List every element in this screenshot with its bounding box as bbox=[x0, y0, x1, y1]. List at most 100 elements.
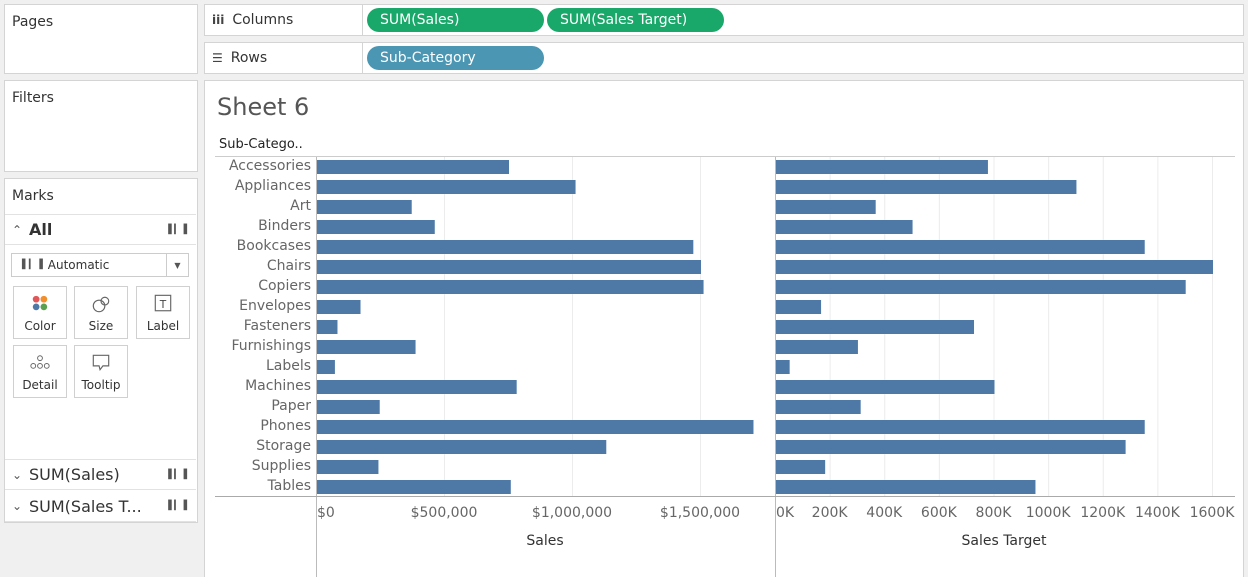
marks-sales-target-label: SUM(Sales T... bbox=[29, 496, 142, 516]
svg-text:T: T bbox=[159, 299, 167, 311]
category-label[interactable]: Binders bbox=[258, 218, 311, 234]
marks-sales-label: SUM(Sales) bbox=[29, 465, 120, 484]
bar-phones[interactable] bbox=[776, 420, 1145, 434]
mark-type-select[interactable]: ▌▎▐ Automatic ▼ bbox=[11, 253, 189, 277]
category-label[interactable]: Paper bbox=[271, 398, 311, 414]
bar-envelopes[interactable] bbox=[317, 300, 361, 314]
tick-label: $500,000 bbox=[410, 505, 478, 521]
size-label: Size bbox=[88, 319, 114, 333]
bar-labels[interactable] bbox=[317, 360, 335, 374]
marks-all-row[interactable]: ⌃ All ▌▎▐ bbox=[5, 214, 196, 245]
color-button[interactable]: Color bbox=[13, 286, 67, 339]
label-button[interactable]: T Label bbox=[136, 286, 190, 339]
chevron-down-icon[interactable]: ⌄ bbox=[5, 468, 29, 482]
detail-label: Detail bbox=[22, 378, 58, 392]
category-label[interactable]: Fasteners bbox=[244, 318, 311, 334]
bar-supplies[interactable] bbox=[317, 460, 379, 474]
bar-chairs[interactable] bbox=[776, 260, 1213, 274]
label-label: Label bbox=[146, 319, 180, 333]
size-icon bbox=[92, 296, 110, 313]
filters-panel[interactable]: Filters bbox=[4, 80, 198, 172]
bar-copiers[interactable] bbox=[317, 280, 704, 294]
sales-pill[interactable]: SUM(Sales) bbox=[367, 8, 544, 32]
bar-fasteners[interactable] bbox=[776, 320, 975, 334]
tick-label: 1200K bbox=[1080, 505, 1126, 521]
category-label[interactable]: Chairs bbox=[267, 258, 311, 274]
bar-fasteners[interactable] bbox=[317, 320, 338, 334]
filters-title: Filters bbox=[12, 90, 54, 106]
columns-label: Columns bbox=[232, 12, 294, 28]
pages-panel[interactable]: Pages bbox=[4, 4, 198, 74]
marks-panel: Marks ⌃ All ▌▎▐ ▌▎▐ Automatic ▼ Color Si… bbox=[4, 178, 198, 523]
category-label[interactable]: Envelopes bbox=[239, 298, 311, 314]
bar-storage[interactable] bbox=[776, 440, 1126, 454]
pages-title: Pages bbox=[12, 14, 54, 30]
category-label[interactable]: Tables bbox=[268, 478, 312, 494]
tooltip-label: Tooltip bbox=[81, 378, 121, 392]
marks-all-label: All bbox=[29, 220, 53, 239]
bar-labels[interactable] bbox=[776, 360, 790, 374]
sub-category-pill-label: Sub-Category bbox=[380, 50, 476, 66]
color-label: Color bbox=[24, 319, 56, 333]
rows-icon: ☰ bbox=[212, 51, 223, 65]
tick-label: 0K bbox=[776, 505, 795, 521]
chevron-up-icon[interactable]: ⌃ bbox=[5, 223, 29, 237]
marks-sales-target-row[interactable]: ⌄ SUM(Sales T... ▌▎▐ bbox=[5, 491, 196, 522]
bar-accessories[interactable] bbox=[776, 160, 988, 174]
bar-accessories[interactable] bbox=[317, 160, 509, 174]
columns-shelf[interactable]: iii Columns SUM(Sales) SUM(Sales Target) bbox=[204, 4, 1244, 36]
bar-appliances[interactable] bbox=[317, 180, 576, 194]
category-label[interactable]: Furnishings bbox=[231, 338, 311, 354]
category-label[interactable]: Phones bbox=[260, 418, 311, 434]
bar-phones[interactable] bbox=[317, 420, 754, 434]
tick-label: $1,500,000 bbox=[659, 505, 741, 521]
size-button[interactable]: Size bbox=[74, 286, 128, 339]
bar-art[interactable] bbox=[776, 200, 876, 214]
bar-envelopes[interactable] bbox=[776, 300, 822, 314]
sales-target-pill[interactable]: SUM(Sales Target) bbox=[547, 8, 724, 32]
worksheet: Sheet 6 Sub-Catego.. Accessories Applianc… bbox=[204, 80, 1244, 577]
category-label[interactable]: Copiers bbox=[258, 278, 311, 294]
sales-target-pill-label: SUM(Sales Target) bbox=[560, 12, 688, 28]
bar-chairs[interactable] bbox=[317, 260, 701, 274]
category-label[interactable]: Storage bbox=[256, 438, 311, 454]
bar-paper[interactable] bbox=[317, 400, 380, 414]
rows-shelf[interactable]: ☰ Rows Sub-Category bbox=[204, 42, 1244, 74]
category-label[interactable]: Labels bbox=[266, 358, 311, 374]
bar-machines[interactable] bbox=[776, 380, 995, 394]
bar-bookcases[interactable] bbox=[776, 240, 1145, 254]
category-label[interactable]: Machines bbox=[245, 378, 311, 394]
tooltip-button[interactable]: Tooltip bbox=[74, 345, 128, 398]
chevron-down-icon[interactable]: ⌄ bbox=[5, 499, 29, 513]
category-label[interactable]: Art bbox=[290, 198, 311, 214]
bar-bookcases[interactable] bbox=[317, 240, 694, 254]
tick-label: 200K bbox=[811, 505, 848, 521]
category-label[interactable]: Accessories bbox=[229, 158, 311, 174]
detail-button[interactable]: Detail bbox=[13, 345, 67, 398]
dropdown-arrow-icon[interactable]: ▼ bbox=[166, 254, 188, 276]
bar-copiers[interactable] bbox=[776, 280, 1186, 294]
bar-furnishings[interactable] bbox=[776, 340, 858, 354]
bar-tables[interactable] bbox=[776, 480, 1036, 494]
bar-binders[interactable] bbox=[776, 220, 913, 234]
category-label[interactable]: Appliances bbox=[235, 178, 311, 194]
bar-furnishings[interactable] bbox=[317, 340, 416, 354]
marks-sales-row[interactable]: ⌄ SUM(Sales) ▌▎▐ bbox=[5, 459, 196, 490]
category-label[interactable]: Bookcases bbox=[237, 238, 311, 254]
bar-supplies[interactable] bbox=[776, 460, 826, 474]
bar-binders[interactable] bbox=[317, 220, 435, 234]
marks-title: Marks bbox=[12, 188, 54, 204]
bar-appliances[interactable] bbox=[776, 180, 1077, 194]
tick-label: $1,000,000 bbox=[531, 505, 613, 521]
bar-chart-icon: ▌▎▐ bbox=[22, 260, 43, 270]
bar-paper[interactable] bbox=[776, 400, 861, 414]
bar-machines[interactable] bbox=[317, 380, 517, 394]
bar-art[interactable] bbox=[317, 200, 412, 214]
bar-storage[interactable] bbox=[317, 440, 607, 454]
columns-shelf-label: iii Columns bbox=[205, 5, 363, 35]
category-label[interactable]: Supplies bbox=[252, 458, 311, 474]
sales-target-axis-ticks: 0K 200K 400K 600K 800K 1000K 1200K 1400K 1600K bbox=[775, 501, 1235, 531]
sub-category-pill[interactable]: Sub-Category bbox=[367, 46, 544, 70]
tick-label: 1400K bbox=[1134, 505, 1180, 521]
bar-tables[interactable] bbox=[317, 480, 511, 494]
